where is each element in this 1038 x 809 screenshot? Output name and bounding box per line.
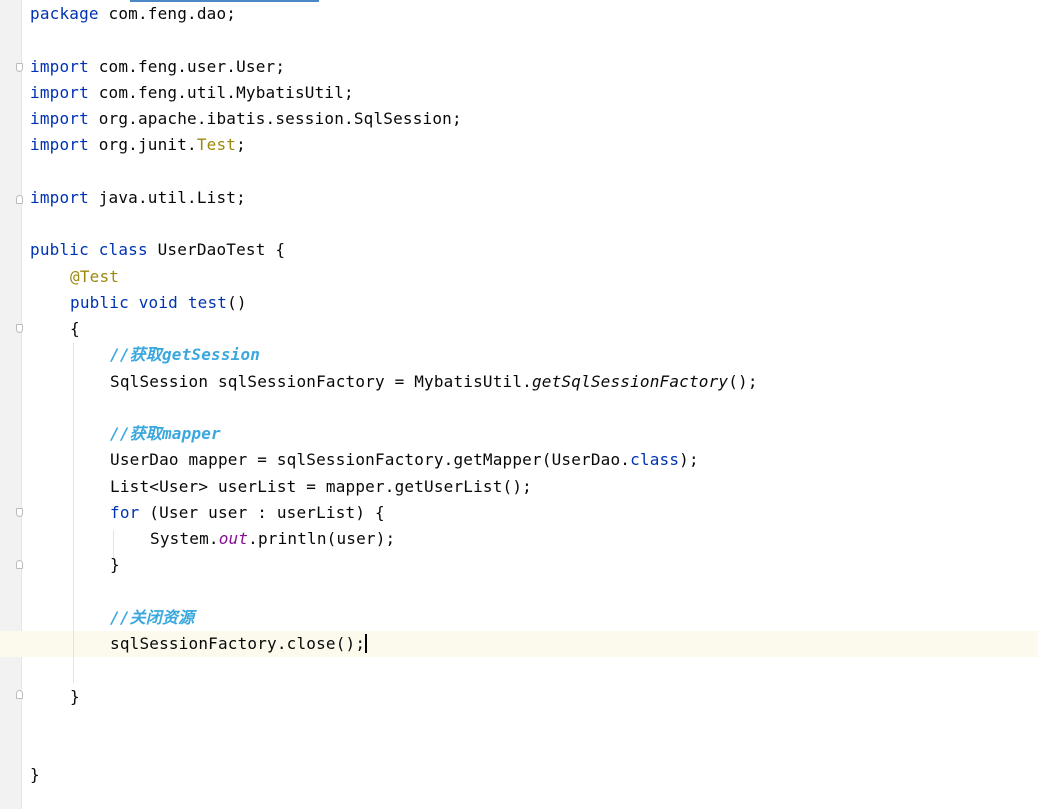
- close-statement: sqlSessionFactory.close();: [110, 634, 366, 653]
- code-line-import-junit: import org.junit.Test;: [30, 132, 246, 158]
- test-annotation: @Test: [70, 267, 120, 286]
- for-header: (User user : userList) {: [139, 503, 385, 522]
- keyword-class: class: [630, 450, 680, 469]
- keyword-import: import: [30, 109, 89, 128]
- class-name: UserDaoTest {: [147, 240, 286, 259]
- code-line-annotation: @Test: [70, 264, 119, 290]
- fold-for-loop-icon[interactable]: [16, 508, 23, 517]
- close-brace: }: [30, 765, 40, 784]
- code-line-userlist: List<User> userList = mapper.getUserList…: [110, 474, 532, 500]
- package-name: com.feng.dao;: [98, 4, 237, 23]
- code-line-for-loop: for (User user : userList) {: [110, 500, 385, 526]
- keyword-import: import: [30, 57, 89, 76]
- import-semicolon: ;: [236, 135, 246, 154]
- fold-method-icon[interactable]: [16, 324, 23, 333]
- comment-close-resource: //关闭资源: [110, 608, 195, 627]
- code-line-class-close: }: [30, 762, 40, 788]
- keyword-import: import: [30, 83, 89, 102]
- code-line-method-signature: public void test(): [70, 290, 247, 316]
- indent-guide-method: [73, 343, 74, 683]
- statement-end: ();: [728, 372, 758, 391]
- code-line-comment-mapper: //获取mapper: [110, 421, 221, 447]
- method-name: test: [187, 293, 228, 312]
- static-method-call: getSqlSessionFactory: [531, 372, 729, 391]
- keyword-package: package: [30, 4, 99, 23]
- unfold-for-loop-icon[interactable]: [16, 560, 23, 569]
- code-line-import-user: import com.feng.user.User;: [30, 54, 285, 80]
- method-parens: (): [227, 293, 247, 312]
- import-test-annotation: Test: [196, 135, 237, 154]
- code-line-import-list: import java.util.List;: [30, 185, 246, 211]
- userlist-statement: List<User> userList = mapper.getUserList…: [110, 477, 532, 496]
- fold-imports-icon[interactable]: [16, 63, 23, 72]
- println-system: System.: [150, 529, 219, 548]
- code-line-class-declaration: public class UserDaoTest {: [30, 237, 285, 263]
- static-field-out: out: [218, 529, 249, 548]
- code-line-comment-getsession: //获取getSession: [110, 342, 260, 368]
- import-path: java.util.List;: [88, 188, 246, 207]
- keyword-public: public: [70, 293, 129, 312]
- getmapper-statement: UserDao mapper = sqlSessionFactory.getMa…: [110, 450, 631, 469]
- keyword-void: void: [138, 293, 178, 312]
- keyword-import: import: [30, 135, 89, 154]
- println-call: .println(user);: [248, 529, 396, 548]
- unfold-imports-icon[interactable]: [16, 195, 23, 204]
- import-path: org.junit.: [88, 135, 197, 154]
- sqlsession-statement: SqlSession sqlSessionFactory = MybatisUt…: [110, 372, 532, 391]
- unfold-method-icon[interactable]: [16, 690, 23, 699]
- code-line-sqlsession: SqlSession sqlSessionFactory = MybatisUt…: [110, 369, 758, 395]
- import-path: com.feng.util.MybatisUtil;: [88, 83, 354, 102]
- comment-getsession: //获取getSession: [110, 345, 261, 364]
- close-brace: }: [110, 555, 120, 574]
- statement-end: );: [679, 450, 699, 469]
- code-line-import-sqlsession: import org.apache.ibatis.session.SqlSess…: [30, 106, 462, 132]
- code-line-getmapper: UserDao mapper = sqlSessionFactory.getMa…: [110, 447, 699, 473]
- code-line-open-brace: {: [70, 316, 80, 342]
- code-line-close-session: sqlSessionFactory.close();: [110, 631, 368, 657]
- keyword-public: public: [30, 240, 89, 259]
- close-brace: }: [70, 687, 80, 706]
- import-path: com.feng.user.User;: [88, 57, 286, 76]
- code-line-method-close: }: [70, 684, 80, 710]
- keyword-import: import: [30, 188, 89, 207]
- editor-gutter: [0, 0, 22, 809]
- text-caret: [365, 634, 368, 653]
- import-path: org.apache.ibatis.session.SqlSession;: [88, 109, 462, 128]
- open-brace: {: [70, 319, 80, 338]
- code-line-for-close: }: [110, 552, 120, 578]
- code-line-comment-close: //关闭资源: [110, 605, 194, 631]
- code-line-package: package com.feng.dao;: [30, 1, 236, 27]
- code-line-import-mybatisutil: import com.feng.util.MybatisUtil;: [30, 80, 354, 106]
- keyword-for: for: [110, 503, 140, 522]
- keyword-class: class: [98, 240, 148, 259]
- comment-mapper: //获取mapper: [110, 424, 221, 443]
- code-line-println: System.out.println(user);: [150, 526, 395, 552]
